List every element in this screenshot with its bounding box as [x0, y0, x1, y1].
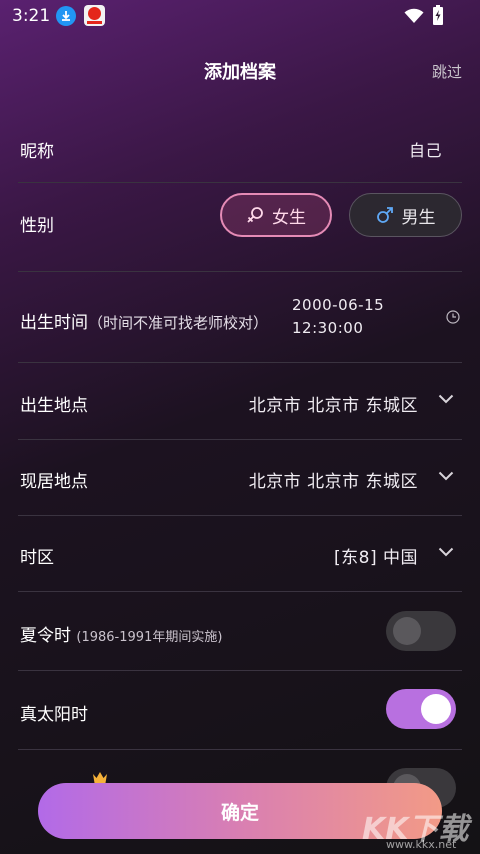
- male-button[interactable]: 男生: [349, 193, 462, 237]
- female-symbol-icon: [247, 207, 263, 223]
- current-place-row[interactable]: 现居地点 北京市 北京市 东城区: [18, 440, 462, 516]
- dst-hint: (1986-1991年期间实施): [76, 630, 223, 645]
- battery-charging-icon: [433, 5, 443, 25]
- timezone-label: 时区: [20, 548, 54, 568]
- chevron-down-icon[interactable]: [438, 471, 454, 481]
- male-symbol-icon: [376, 207, 393, 223]
- dst-label: 夏令时 (1986-1991年期间实施): [20, 626, 223, 646]
- birth-place-value: 北京市 北京市 东城区: [248, 396, 418, 416]
- download-notification-icon: [56, 6, 76, 26]
- birth-place-row[interactable]: 出生地点 北京市 北京市 东城区: [18, 363, 462, 440]
- skip-button[interactable]: 跳过: [432, 61, 462, 82]
- wifi-icon: [404, 8, 424, 23]
- birth-time-hint: （时间不准可找老师校对）: [88, 314, 269, 332]
- clock-icon[interactable]: [446, 310, 460, 324]
- true-solar-row: 真太阳时: [18, 671, 462, 750]
- status-bar: 3:21: [0, 0, 480, 32]
- watermark-url: www.kkx.net: [386, 838, 457, 851]
- birth-time-label: 出生时间（时间不准可找老师校对）: [20, 313, 269, 333]
- nickname-value[interactable]: 自己: [409, 137, 442, 161]
- birth-place-label: 出生地点: [20, 396, 88, 416]
- page-title: 添加档案: [204, 62, 276, 83]
- chevron-down-icon[interactable]: [438, 394, 454, 404]
- gender-row: 性别 女生 男生: [18, 183, 462, 272]
- crown-icon: [93, 772, 107, 783]
- nickname-row[interactable]: 昵称 自己: [18, 112, 462, 183]
- nickname-label: 昵称: [20, 142, 54, 162]
- current-place-value: 北京市 北京市 东城区: [248, 472, 418, 492]
- birth-time-row[interactable]: 出生时间（时间不准可找老师校对） 2000-06-15 12:30:00: [18, 272, 462, 363]
- gender-label: 性别: [20, 216, 54, 236]
- status-time: 3:21: [12, 6, 51, 26]
- timezone-value: [东8] 中国: [334, 548, 418, 568]
- current-place-label: 现居地点: [20, 472, 88, 492]
- male-label: 男生: [401, 207, 436, 228]
- dst-toggle[interactable]: [386, 611, 456, 651]
- birth-date-value: 2000-06-15: [292, 296, 385, 314]
- true-solar-toggle[interactable]: [386, 689, 456, 729]
- female-button[interactable]: 女生: [220, 193, 332, 237]
- true-solar-label: 真太阳时: [20, 705, 88, 725]
- app-notification-icon: [84, 5, 105, 26]
- dst-row: 夏令时 (1986-1991年期间实施): [18, 592, 462, 671]
- timezone-row[interactable]: 时区 [东8] 中国: [18, 516, 462, 592]
- birth-clock-value: 12:30:00: [292, 319, 364, 337]
- female-label: 女生: [272, 207, 306, 228]
- chevron-down-icon[interactable]: [438, 547, 454, 557]
